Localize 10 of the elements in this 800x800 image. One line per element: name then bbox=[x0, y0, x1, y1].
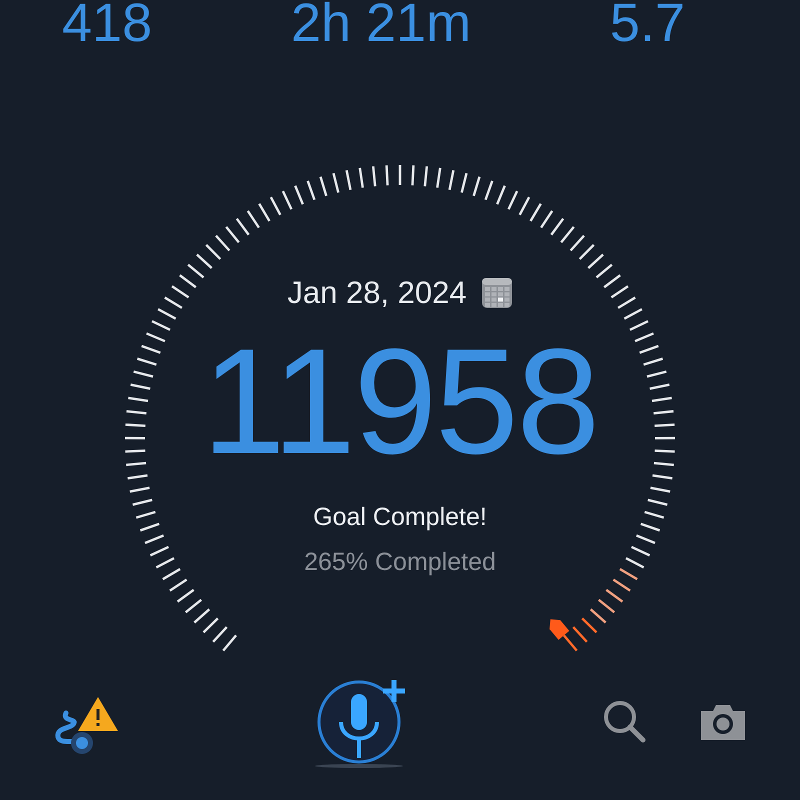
step-count: 11958 bbox=[202, 321, 598, 481]
date-label: Jan 28, 2024 bbox=[287, 275, 467, 311]
progress-marker bbox=[550, 619, 570, 640]
stat-value: 2h 21m bbox=[290, 0, 472, 50]
stat-value: 5.7 bbox=[610, 0, 685, 50]
goal-status: Goal Complete! bbox=[313, 503, 487, 532]
calendar-icon[interactable] bbox=[480, 277, 513, 309]
search-button[interactable] bbox=[602, 699, 648, 745]
stat-value: 418 bbox=[62, 0, 152, 50]
progress-label: 265% Completed bbox=[304, 548, 496, 577]
